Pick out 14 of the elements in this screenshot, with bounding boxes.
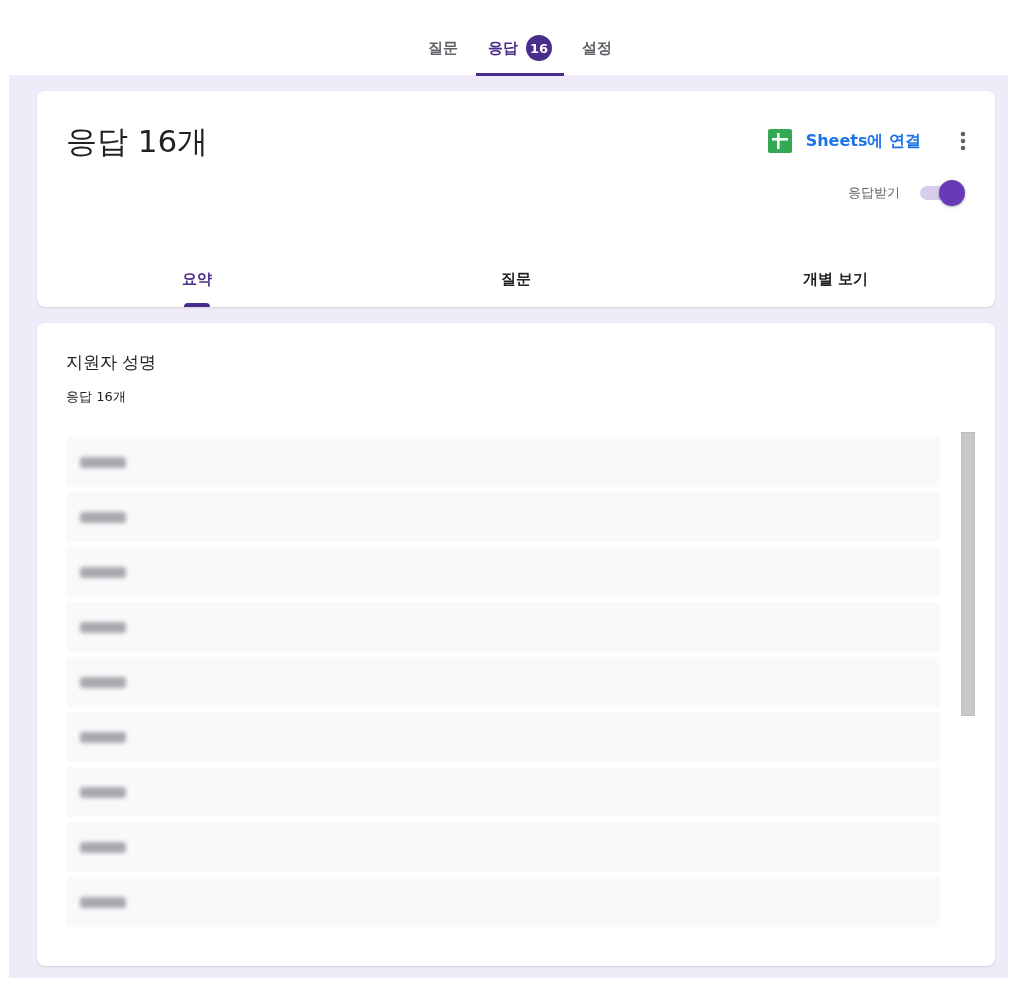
sheets-link[interactable]: Sheets에 연결 (759, 123, 929, 159)
nav-tab[interactable]: 설정 (570, 26, 624, 76)
question-title: 지원자 성명 (66, 351, 157, 374)
count-badge: 16 (526, 35, 552, 61)
accept-responses-toggle[interactable] (918, 179, 966, 207)
view-tab[interactable]: 질문 (356, 251, 676, 307)
spreadsheet-icon (767, 129, 792, 153)
toggle-label: 응답받기 (848, 184, 900, 202)
response-count: 응답 16개 (66, 388, 126, 406)
nav-tab[interactable]: 질문 (416, 26, 470, 76)
view-tab[interactable]: 개별 보기 (675, 251, 995, 307)
view-tab[interactable]: 요약 (37, 251, 357, 307)
responses-title: 응답 16개 (66, 122, 209, 161)
scrollbar[interactable] (961, 432, 975, 716)
